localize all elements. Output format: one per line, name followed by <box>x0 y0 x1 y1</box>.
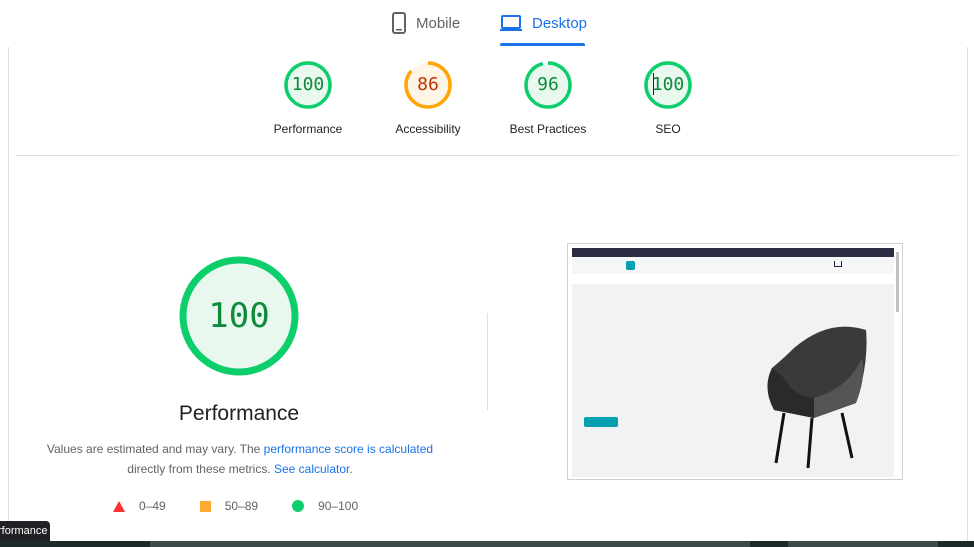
gauge-accessibility[interactable]: 86 Accessibility <box>368 60 488 136</box>
gauge-performance[interactable]: 100 Performance <box>248 60 368 136</box>
score-legend: 0–49 50–89 90–100 <box>113 499 392 513</box>
gauge-score: 100 <box>291 74 325 95</box>
vertical-separator <box>487 313 488 410</box>
legend-range: 50–89 <box>224 499 259 513</box>
active-tab-indicator <box>500 43 585 46</box>
performance-title: Performance <box>178 402 300 425</box>
tab-mobile-label: Mobile <box>416 14 461 32</box>
gauge-score: 86 <box>417 74 439 95</box>
tooltip: rformance <box>0 521 50 542</box>
circle-icon <box>292 500 305 512</box>
desc-text: Values are estimated and may vary. The <box>46 442 264 456</box>
gauge-seo[interactable]: 100 SEO <box>608 60 728 136</box>
gauge-ring: 96 <box>523 60 573 110</box>
performance-score: 100 <box>208 296 270 336</box>
desc-text: directly from these metrics. <box>127 462 274 476</box>
tab-desktop-label: Desktop <box>532 14 588 32</box>
gauge-ring: 100 <box>643 60 693 110</box>
thumb-header <box>572 257 894 274</box>
taskbar-segment <box>788 541 938 547</box>
square-icon <box>199 500 211 512</box>
taskbar <box>0 541 974 547</box>
see-calculator-link[interactable]: See calculator <box>274 462 349 476</box>
page-screenshot-thumbnail <box>567 243 903 480</box>
gauge-label: Best Practices <box>509 122 587 136</box>
legend-range: 0–49 <box>139 499 166 513</box>
tooltip-text: rformance <box>0 525 48 537</box>
phone-icon <box>392 12 406 34</box>
section-divider <box>16 155 959 156</box>
device-tabs: Mobile Desktop <box>0 0 974 48</box>
thumb-scrollbar <box>896 252 899 312</box>
text-cursor <box>653 73 654 95</box>
legend-fail: 0–49 <box>113 499 166 513</box>
performance-description: Values are estimated and may vary. The p… <box>30 439 450 479</box>
taskbar-segment <box>150 541 750 547</box>
tab-mobile[interactable]: Mobile <box>392 8 460 38</box>
tab-desktop[interactable]: Desktop <box>500 8 587 38</box>
gauge-score: 100 <box>651 74 685 95</box>
legend-average: 50–89 <box>199 499 259 513</box>
gauge-ring: 86 <box>403 60 453 110</box>
score-calculated-link[interactable]: performance score is calculated <box>264 442 433 456</box>
thumb-shop-button <box>584 417 618 427</box>
legend-range: 90–100 <box>318 499 359 513</box>
gauge-ring: 100 <box>283 60 333 110</box>
performance-gauge-large: 100 <box>179 256 299 376</box>
triangle-icon <box>113 500 125 512</box>
gauge-label: SEO <box>655 122 681 136</box>
thumb-topbar <box>572 248 894 257</box>
laptop-icon <box>500 14 522 32</box>
thumb-logo-icon <box>626 261 635 270</box>
thumb-nav <box>572 274 894 284</box>
thumb-cart-icon <box>834 261 842 267</box>
gauge-best-practices[interactable]: 96 Best Practices <box>488 60 608 136</box>
thumb-chair-image <box>767 326 867 468</box>
gauge-label: Accessibility <box>395 122 461 136</box>
desc-text: . <box>349 462 353 476</box>
gauge-label: Performance <box>273 122 343 136</box>
legend-pass: 90–100 <box>292 499 358 513</box>
gauge-score: 96 <box>537 74 559 95</box>
